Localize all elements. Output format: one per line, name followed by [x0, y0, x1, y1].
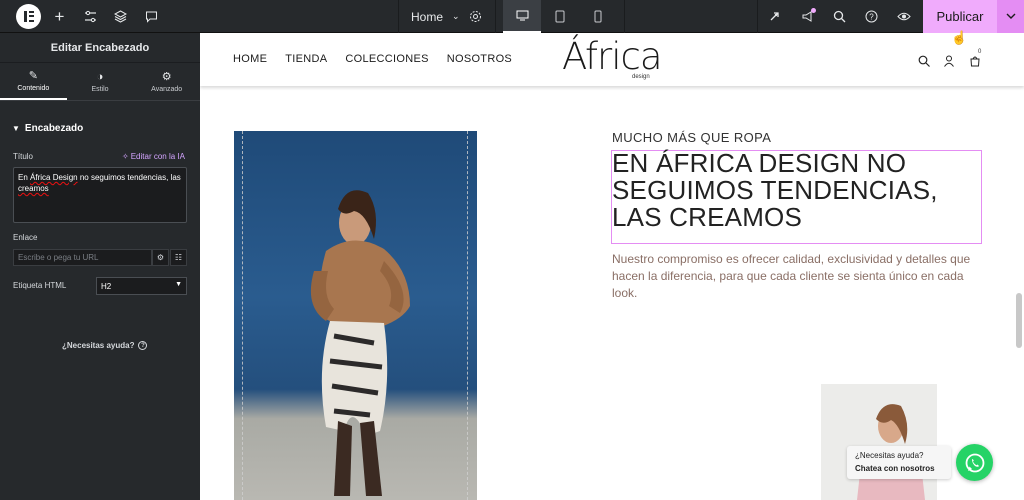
canvas-scrollbar[interactable]	[1016, 293, 1022, 348]
title-text-part: creamos	[18, 184, 49, 193]
cart-count: 0	[978, 49, 982, 55]
nav-item-home[interactable]: HOME	[233, 53, 267, 65]
html-tag-select[interactable]: H2 ▼	[96, 277, 187, 295]
whatsapp-button[interactable]	[956, 444, 993, 481]
caret-down-icon: ▼	[12, 124, 20, 133]
help-label: ¿Necesitas ayuda?	[62, 341, 135, 350]
whats-new-megaphone-icon[interactable]	[799, 8, 816, 25]
link-options-gear-icon[interactable]: ⚙	[152, 249, 169, 266]
main-nav: HOME TIENDA COLECCIONES NOSOTROS	[233, 53, 512, 65]
site-logo[interactable]: África design	[562, 33, 663, 83]
publish-button[interactable]: Publicar	[923, 0, 997, 33]
title-textarea[interactable]: En África Design no seguimos tendencias,…	[13, 167, 187, 223]
chat-line-2: Chatea con nosotros	[855, 464, 935, 473]
link-url-input[interactable]: Escribe o pega tu URL	[13, 249, 152, 266]
page-canvas: HOME TIENDA COLECCIONES NOSOTROS África …	[200, 33, 1024, 500]
elementor-logo[interactable]	[16, 4, 41, 29]
title-field-label: Título	[13, 152, 34, 161]
column-guide	[242, 131, 243, 500]
publish-options-button[interactable]	[997, 0, 1024, 33]
notification-dot	[811, 8, 816, 13]
tab-label: Estilo	[91, 85, 109, 93]
site-settings-icon[interactable]	[82, 8, 99, 25]
pointer-hand-icon: ☝	[951, 30, 968, 45]
title-text-part: África Design	[30, 173, 78, 182]
dynamic-tags-icon[interactable]: ☷	[170, 249, 187, 266]
nav-item-nosotros[interactable]: NOSOTROS	[447, 53, 512, 65]
tab-style[interactable]: ◑ Estilo	[67, 63, 134, 100]
product-thumbnail[interactable]	[821, 384, 937, 500]
chevron-down-icon	[1006, 13, 1015, 19]
chat-line-1: ¿Necesitas ayuda?	[855, 451, 924, 460]
model-photo[interactable]	[234, 131, 477, 500]
gear-icon: ⚙	[161, 71, 172, 83]
panel-title: Editar Encabezado	[0, 33, 200, 63]
title-text-part: no seguimos tendencias, las	[77, 173, 181, 182]
sparkle-icon: ✧	[122, 152, 129, 161]
html-tag-value: H2	[101, 282, 112, 291]
tablet-view-icon[interactable]	[541, 0, 579, 33]
preview-eye-icon[interactable]	[895, 8, 912, 25]
help-circle-icon: ?	[138, 341, 148, 350]
nav-item-tienda[interactable]: TIENDA	[285, 53, 327, 65]
tab-content[interactable]: ✎ Contenido	[0, 63, 67, 100]
caret-down-icon: ▼	[175, 281, 182, 288]
site-kit-rocket-icon[interactable]	[766, 8, 783, 25]
half-circle-icon: ◑	[96, 70, 104, 83]
structure-layers-icon[interactable]	[112, 8, 129, 25]
page-name: Home	[411, 9, 444, 24]
pencil-icon: ✎	[28, 70, 38, 82]
section-toggle-heading[interactable]: ▼ Encabezado	[12, 123, 83, 134]
cart-bag-icon[interactable]	[968, 54, 981, 67]
search-icon[interactable]	[917, 54, 930, 67]
svg-text:?: ?	[869, 13, 874, 22]
chat-prompt[interactable]: ¿Necesitas ayuda? Chatea con nosotros	[847, 446, 951, 479]
comments-icon[interactable]	[143, 8, 160, 25]
add-element-icon[interactable]: +	[51, 7, 68, 26]
tab-advanced[interactable]: ⚙ Avanzado	[133, 63, 200, 100]
widget-editor-panel: Editar Encabezado ✎ Contenido ◑ Estilo ⚙…	[0, 33, 200, 500]
page-settings-gear-icon[interactable]	[467, 8, 484, 25]
site-header: HOME TIENDA COLECCIONES NOSOTROS África …	[200, 33, 1024, 86]
link-field-label: Enlace	[13, 233, 38, 242]
panel-tabs: ✎ Contenido ◑ Estilo ⚙ Avanzado	[0, 63, 200, 101]
nav-item-colecciones[interactable]: COLECCIONES	[345, 53, 428, 65]
tab-label: Contenido	[17, 85, 50, 92]
section-title: Encabezado	[24, 123, 84, 134]
need-help-link[interactable]: ¿Necesitas ayuda? ?	[62, 341, 148, 350]
main-heading[interactable]: EN ÁFRICA DESIGN NO SEGUIMOS TENDENCIAS,…	[612, 150, 980, 231]
ai-link-label: Editar con la IA	[130, 152, 185, 161]
account-icon[interactable]	[942, 54, 955, 67]
desktop-view-icon[interactable]	[503, 0, 541, 33]
chevron-down-icon: ⌄	[452, 11, 460, 21]
brand-name: África	[562, 35, 663, 78]
edit-with-ai-link[interactable]: ✧ Editar con la IA	[122, 152, 185, 161]
section-kicker: MUCHO MÁS QUE ROPA	[612, 130, 772, 145]
tab-label: Avanzado	[151, 86, 183, 93]
search-icon[interactable]	[831, 8, 848, 25]
html-tag-label: Etiqueta HTML	[13, 281, 67, 290]
column-guide	[467, 131, 468, 500]
title-text-part: En	[18, 173, 31, 182]
whatsapp-icon	[965, 453, 984, 472]
brand-sub: design	[632, 74, 650, 80]
mobile-view-icon[interactable]	[579, 0, 617, 33]
body-text: Nuestro compromiso es ofrecer calidad, e…	[612, 252, 971, 300]
editor-topbar: + Home ⌄ ? Publicar	[0, 0, 1024, 33]
help-icon[interactable]: ?	[863, 8, 880, 25]
